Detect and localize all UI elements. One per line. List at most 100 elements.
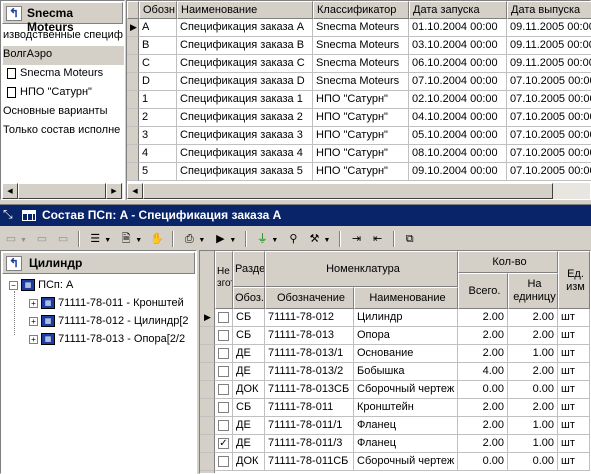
total-cell[interactable]: 4.00 <box>458 363 508 381</box>
expand-icon[interactable]: + <box>29 316 38 326</box>
per-unit-cell[interactable]: 2.00 <box>508 309 558 327</box>
tree-item[interactable]: + ▦ 71111-78-013 - Опора[2/2 <box>29 333 185 346</box>
composition-row[interactable]: ДЕ 71111-78-013/2 Бобышка 4.00 2.00 шт <box>200 363 590 381</box>
not-made-checkbox[interactable]: ✓ <box>215 435 233 453</box>
classifier-item-selected[interactable]: ВолгАэро <box>3 46 124 65</box>
order-cell[interactable]: Спецификация заказа 1 <box>177 91 313 109</box>
total-cell[interactable]: 2.00 <box>458 399 508 417</box>
classifier-item[interactable]: Snecma Moteurs <box>3 65 124 84</box>
order-cell[interactable]: Спецификация заказа 5 <box>177 163 313 181</box>
unit-cell[interactable]: шт <box>558 345 590 363</box>
order-cell[interactable]: B <box>139 37 177 55</box>
col-oboz[interactable]: Обозн <box>139 1 177 19</box>
order-cell[interactable]: 09.11.2005 00:00 <box>507 19 591 37</box>
dropdown-arrow-icon[interactable]: ▼ <box>104 237 111 244</box>
scroll-left-icon[interactable]: ◀ <box>2 183 18 199</box>
order-cell[interactable]: A <box>139 19 177 37</box>
order-cell[interactable]: Snecma Moteurs <box>313 19 409 37</box>
total-cell[interactable]: 2.00 <box>458 435 508 453</box>
order-cell[interactable]: 5 <box>139 163 177 181</box>
order-row[interactable]: 2 Спецификация заказа 2 НПО "Сатурн" 04.10.… <box>127 109 591 127</box>
name-cell[interactable]: Сборочный чертеж <box>354 381 458 399</box>
collapse-icon[interactable]: − <box>9 280 18 290</box>
not-made-checkbox[interactable] <box>215 363 233 381</box>
not-made-checkbox[interactable] <box>215 381 233 399</box>
composition-row[interactable]: СБ 71111-78-011 Кронштейн 2.00 2.00 шт <box>200 399 590 417</box>
col-kolvo[interactable]: Кол-во <box>458 251 558 273</box>
order-row[interactable]: C Спецификация заказа C Snecma Moteurs 06.1… <box>127 55 591 73</box>
order-cell[interactable]: 4 <box>139 145 177 163</box>
order-cell[interactable]: 01.10.2004 00:00 <box>409 19 507 37</box>
unit-cell[interactable]: шт <box>558 435 590 453</box>
back-arrow-icon[interactable]: ↰ <box>6 256 22 271</box>
total-cell[interactable]: 0.00 <box>458 453 508 471</box>
hand-icon[interactable]: ✋ <box>148 230 166 248</box>
per-unit-cell[interactable]: 1.00 <box>508 417 558 435</box>
oboz-cell[interactable]: ДОК <box>233 453 265 471</box>
order-cell[interactable]: Спецификация заказа D <box>177 73 313 91</box>
order-row[interactable]: 5 Спецификация заказа 5 НПО "Сатурн" 09.10.… <box>127 163 591 181</box>
tree-root[interactable]: − ▦ ПСп: A <box>9 279 73 292</box>
col-name[interactable]: Наименование <box>177 1 313 19</box>
per-unit-cell[interactable]: 2.00 <box>508 327 558 345</box>
play-icon[interactable]: ▶ <box>211 230 229 248</box>
scroll-left-icon[interactable]: ◀ <box>127 183 143 199</box>
order-cell[interactable]: 04.10.2004 00:00 <box>409 109 507 127</box>
order-cell[interactable]: 2 <box>139 109 177 127</box>
code-cell[interactable]: 71111-78-013СБ <box>265 381 354 399</box>
name-cell[interactable]: Сборочный чертеж <box>354 453 458 471</box>
list-icon[interactable]: ☰ <box>86 230 104 248</box>
not-made-checkbox[interactable] <box>215 345 233 363</box>
unit-cell[interactable]: шт <box>558 399 590 417</box>
order-cell[interactable]: 3 <box>139 127 177 145</box>
code-cell[interactable]: 71111-78-013 <box>265 327 354 345</box>
tools-icon[interactable]: ⚒ <box>305 230 323 248</box>
dropdown-arrow-icon[interactable]: ▼ <box>229 237 236 244</box>
total-cell[interactable]: 0.00 <box>458 381 508 399</box>
order-cell[interactable]: 1 <box>139 91 177 109</box>
order-cell[interactable]: Спецификация заказа 4 <box>177 145 313 163</box>
order-cell[interactable]: 03.10.2004 00:00 <box>409 37 507 55</box>
back-arrow-icon[interactable]: ↰ <box>6 6 22 21</box>
dropdown-arrow-icon[interactable]: ▼ <box>198 237 205 244</box>
scroll-right-icon[interactable]: ▶ <box>106 183 122 199</box>
add-icon[interactable]: ▭ <box>2 230 20 248</box>
order-cell[interactable]: 07.10.2005 00:00 <box>507 163 591 181</box>
total-cell[interactable]: 2.00 <box>458 345 508 363</box>
code-cell[interactable]: 71111-78-012 <box>265 309 354 327</box>
name-cell[interactable]: Бобышка <box>354 363 458 381</box>
order-cell[interactable]: 09.11.2005 00:00 <box>507 37 591 55</box>
per-unit-cell[interactable]: 1.00 <box>508 435 558 453</box>
name-cell[interactable]: Кронштейн <box>354 399 458 417</box>
scroll-thumb[interactable] <box>143 183 553 199</box>
per-unit-cell[interactable]: 2.00 <box>508 363 558 381</box>
oboz-cell[interactable]: ДОК <box>233 381 265 399</box>
dropdown-arrow-icon[interactable]: ▼ <box>323 237 330 244</box>
order-row[interactable]: 1 Спецификация заказа 1 НПО "Сатурн" 02.10.… <box>127 91 591 109</box>
col-oboznachenie[interactable]: Обозначение <box>265 287 354 309</box>
dropdown-arrow-icon[interactable]: ▼ <box>20 237 27 244</box>
order-row[interactable]: 3 Спецификация заказа 3 НПО "Сатурн" 05.10.… <box>127 127 591 145</box>
code-cell[interactable]: 71111-78-011 <box>265 399 354 417</box>
binoculars-icon[interactable]: ⚲ <box>284 230 302 248</box>
order-cell[interactable]: НПО "Сатурн" <box>313 109 409 127</box>
order-cell[interactable]: Спецификация заказа B <box>177 37 313 55</box>
pin-icon[interactable]: ⤡ <box>3 207 13 222</box>
classifier-item[interactable]: НПО "Сатурн" <box>3 84 124 103</box>
col-ne-zg[interactable]: Не згот <box>215 251 233 309</box>
classifier-item[interactable]: Основные варианты <box>3 103 124 122</box>
expand-icon[interactable]: + <box>29 334 38 344</box>
unit-cell[interactable]: шт <box>558 363 590 381</box>
composition-row[interactable]: ✓ ДЕ 71111-78-011/3 Фланец 2.00 1.00 шт <box>200 435 590 453</box>
name-cell[interactable]: Опора <box>354 327 458 345</box>
col-start-date[interactable]: Дата запуска <box>409 1 507 19</box>
oboz-cell[interactable]: СБ <box>233 309 265 327</box>
unit-cell[interactable]: шт <box>558 381 590 399</box>
oboz-cell[interactable]: ДЕ <box>233 417 265 435</box>
checkbox-icon[interactable] <box>218 366 229 377</box>
order-cell[interactable]: 07.10.2005 00:00 <box>507 91 591 109</box>
col-end-date[interactable]: Дата выпуска <box>507 1 591 19</box>
name-cell[interactable]: Фланец <box>354 435 458 453</box>
checkbox-icon[interactable] <box>218 456 229 467</box>
col-nomenklatura[interactable]: Номенклатура <box>265 251 458 287</box>
